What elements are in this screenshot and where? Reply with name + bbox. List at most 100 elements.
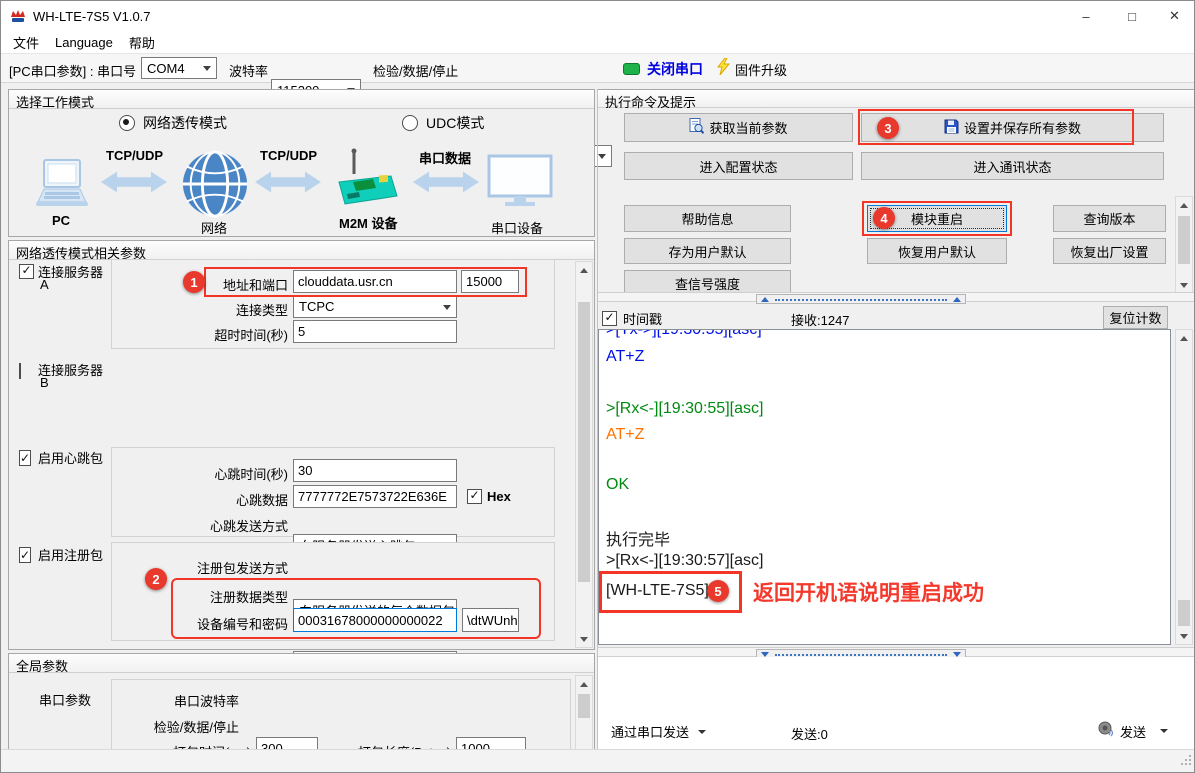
server-a-checkbox[interactable]: ✓ [19,264,34,279]
module-reboot-button[interactable]: 模块重启 [867,205,1007,232]
splitter-handle[interactable] [756,294,966,304]
title-bar: WH-LTE-7S5 V1.0.7 – □ ✕ [1,1,1194,31]
chevron-down-icon [443,305,451,310]
hb-data-input[interactable]: 7777772E7573722E636E [293,485,457,508]
hb-time-input[interactable]: 30 [293,459,457,482]
radio-udc-mode[interactable]: UDC模式 [402,113,484,133]
regpack-checkbox[interactable]: ✓ [19,546,31,564]
scroll-down-icon[interactable] [1176,628,1192,644]
sent-count-label: 发送:0 [791,724,828,743]
netparams-header: 网络透传模式相关参数 [9,241,594,260]
factory-reset-button[interactable]: 恢复出厂设置 [1053,238,1166,264]
server-port-input[interactable]: 15000 [461,270,519,293]
scroll-up-icon[interactable] [1176,197,1192,213]
scroll-up-icon[interactable] [576,262,592,278]
baud-label: 波特率 [229,61,268,80]
pc-serial-label: [PC串口参数] : 串口号 [9,61,136,80]
resize-grip-icon[interactable] [1180,753,1192,771]
device-id-input[interactable]: 00031678000000000022 [293,608,457,632]
query-version-button[interactable]: 查询版本 [1053,205,1166,232]
help-info-button[interactable]: 帮助信息 [624,205,791,232]
chevron-down-icon [1160,729,1168,733]
toolbar: [PC串口参数] : 串口号 COM4 波特率 115200 检验/数据/停止 … [1,53,1194,83]
maximize-button[interactable]: □ [1109,1,1155,31]
log-line: >[Tx->][19:30:55][asc] [606,329,762,339]
commands-scrollbar[interactable] [1175,196,1193,294]
app-icon [10,8,26,24]
menu-bar: 文件 Language 帮助 [1,31,1194,53]
heartbeat-checkbox[interactable]: ✓ [19,449,31,467]
server-b-checkbox[interactable] [19,362,21,380]
checkbox-checked-icon: ✓ [602,311,617,326]
scroll-down-icon[interactable] [1176,277,1192,293]
splitter-top[interactable] [598,292,1194,302]
g-baud-label: 串口波特率 [141,691,239,710]
collapse-up-icon [761,297,769,302]
menu-help[interactable]: 帮助 [121,30,163,55]
scrollbar-thumb[interactable] [1178,600,1190,626]
restore-default-button[interactable]: 恢复用户默认 [867,238,1007,264]
link2-label: TCP/UDP [260,148,317,163]
netparams-scrollbar[interactable] [575,261,593,648]
collapse-down-icon [761,652,769,657]
minimize-button[interactable]: – [1063,1,1109,31]
chevron-down-icon [698,730,706,734]
save-default-button[interactable]: 存为用户默认 [624,238,791,264]
timeout-input[interactable]: 5 [293,320,457,343]
device-pwd-input[interactable]: \dtWUnh [462,608,519,632]
log-scrollbar[interactable] [1175,329,1193,645]
send-button[interactable]: 发送 [1097,720,1168,742]
link3-label: 串口数据 [419,148,471,167]
log-line: [WH-LTE-7S5] [606,582,709,600]
set-save-params-button[interactable]: 设置并保存所有参数 [861,113,1164,142]
timestamp-checkbox[interactable]: ✓ 时间戳 [602,309,662,328]
menu-file[interactable]: 文件 [5,30,47,55]
com-port-select[interactable]: COM4 [141,57,217,79]
annotation-note: 返回开机语说明重启成功 [753,577,984,607]
m2m-label: M2M 设备 [339,213,398,232]
checkbox-checked-icon: ✓ [19,547,31,563]
scrollbar-thumb[interactable] [1178,216,1190,264]
scroll-up-icon[interactable] [1176,330,1192,346]
window-title: WH-LTE-7S5 V1.0.7 [33,9,151,24]
pc-label: PC [52,213,70,228]
speaker-icon [1097,720,1114,742]
hex-checkbox[interactable]: ✓ Hex [467,489,511,504]
net-label: 网络 [201,218,227,237]
scrollbar-thumb[interactable] [578,302,590,582]
send-via-serial-dropdown[interactable]: 通过串口发送 [611,722,706,741]
log-line: AT+Z [606,426,644,444]
timeout-label: 超时时间(秒) [188,325,288,344]
workmode-header: 选择工作模式 [9,90,594,109]
log-line: >[Rx<-][19:30:55][asc] [606,400,763,418]
radio-icon [402,115,418,131]
server-b-sub: B [40,375,49,390]
monitor-icon [487,154,553,213]
enter-config-button[interactable]: 进入配置状态 [624,152,853,180]
serialdev-label: 串口设备 [491,218,543,237]
lightning-icon [717,58,730,80]
splitter-bottom[interactable] [598,647,1194,657]
scrollbar-thumb[interactable] [578,694,590,718]
radio-transparent-mode[interactable]: 网络透传模式 [119,113,227,133]
reg-send-label: 注册包发送方式 [181,558,288,577]
scroll-up-icon[interactable] [576,676,592,692]
m2m-device-icon [329,148,401,215]
server-addr-input[interactable]: clouddata.usr.cn [293,270,457,293]
close-button[interactable]: ✕ [1155,1,1194,31]
pc-laptop-icon [31,158,93,215]
doc-search-icon [689,118,704,137]
regpack-label: 启用注册包 [38,545,103,564]
get-params-button[interactable]: 获取当前参数 [624,113,853,142]
scroll-down-icon[interactable] [576,631,592,647]
close-port-button[interactable]: 关闭串口 [623,58,703,80]
reset-count-button[interactable]: 复位计数 [1103,306,1168,329]
enter-comm-button[interactable]: 进入通讯状态 [861,152,1164,180]
globalparams-header: 全局参数 [9,654,594,673]
log-line: 执行完毕 [606,526,670,550]
firmware-upgrade-button[interactable]: 固件升级 [717,58,787,80]
addr-label: 地址和端口 [188,275,288,294]
conn-type-select[interactable]: TCPC [293,295,457,318]
arrow-icon [255,170,321,199]
menu-language[interactable]: Language [47,32,121,53]
